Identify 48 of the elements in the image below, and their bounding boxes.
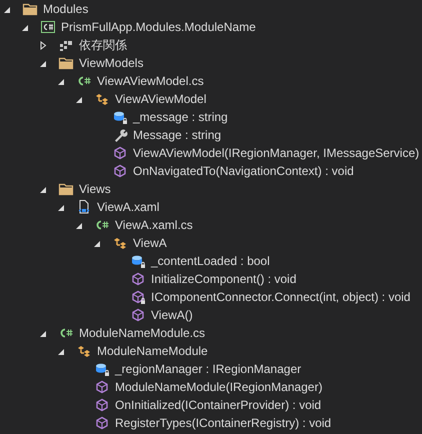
- tree-item-label[interactable]: ModuleNameModule.cs: [79, 324, 206, 342]
- tree-item-label[interactable]: _contentLoaded : bool: [151, 252, 270, 270]
- class-icon: [76, 343, 92, 359]
- expanded-arrow-icon[interactable]: [3, 4, 11, 14]
- tree-item-label[interactable]: OnInitialized(IContainerProvider) : void: [115, 396, 322, 414]
- lock-icon: [141, 262, 145, 268]
- tree-item-label[interactable]: ViewA(): [151, 306, 193, 324]
- tree-item-label[interactable]: RegisterTypes(IContainerRegistry) : void: [115, 414, 332, 432]
- lock-icon: [123, 118, 127, 124]
- tree-item-label[interactable]: Views: [79, 180, 111, 198]
- collapsed-arrow-icon[interactable]: [39, 40, 47, 50]
- expanded-arrow-icon[interactable]: [57, 202, 65, 212]
- tree-item-label[interactable]: _regionManager : IRegionManager: [115, 360, 302, 378]
- expanded-arrow-icon[interactable]: [57, 76, 65, 86]
- tree-item-label[interactable]: IComponentConnector.Connect(int, object) : void: [151, 288, 410, 306]
- expanded-arrow-icon[interactable]: [39, 58, 47, 68]
- tree-item-label[interactable]: ViewAViewModel: [115, 90, 206, 108]
- tree-item-label[interactable]: ModuleNameModule: [97, 342, 208, 360]
- class-icon: [112, 235, 128, 251]
- tree-item-label[interactable]: OnNavigatedTo(NavigationContext) : void: [133, 162, 354, 180]
- tree-item-label[interactable]: 依存関係: [79, 36, 127, 54]
- lock-icon: [141, 298, 145, 304]
- tree-item-label[interactable]: _message : string: [133, 108, 228, 126]
- tree-item-label[interactable]: ViewAViewModel(IRegionManager, IMessageService): [133, 144, 420, 162]
- tree-item-label[interactable]: ModuleNameModule(IRegionManager): [115, 378, 322, 396]
- folder-icon: [58, 55, 74, 71]
- class-icon: [94, 91, 110, 107]
- tree-item-label[interactable]: ViewAViewModel.cs: [97, 72, 204, 90]
- expanded-arrow-icon[interactable]: [39, 328, 47, 338]
- tree-item-label[interactable]: Message : string: [133, 126, 222, 144]
- folder-icon: [58, 181, 74, 197]
- expanded-arrow-icon[interactable]: [21, 22, 29, 32]
- expanded-arrow-icon[interactable]: [39, 184, 47, 194]
- tree-item-label[interactable]: InitializeComponent() : void: [151, 270, 296, 288]
- xaml-file-icon: [76, 199, 92, 215]
- tree-item-label[interactable]: ViewA.xaml: [97, 198, 160, 216]
- lock-icon: [105, 370, 109, 376]
- expanded-arrow-icon[interactable]: [75, 94, 83, 104]
- tree-item-label[interactable]: ViewA.xaml.cs: [115, 216, 193, 234]
- folder-icon: [22, 1, 38, 17]
- expanded-arrow-icon[interactable]: [75, 220, 83, 230]
- project-icon: [40, 19, 56, 35]
- tree-item-label[interactable]: ViewModels: [79, 54, 144, 72]
- expanded-arrow-icon[interactable]: [57, 346, 65, 356]
- expanded-arrow-icon[interactable]: [93, 238, 101, 248]
- tree-item-label[interactable]: PrismFullApp.Modules.ModuleName: [61, 18, 256, 36]
- tree-item-label[interactable]: ViewA: [133, 234, 167, 252]
- tree-item-label[interactable]: Modules: [43, 0, 88, 18]
